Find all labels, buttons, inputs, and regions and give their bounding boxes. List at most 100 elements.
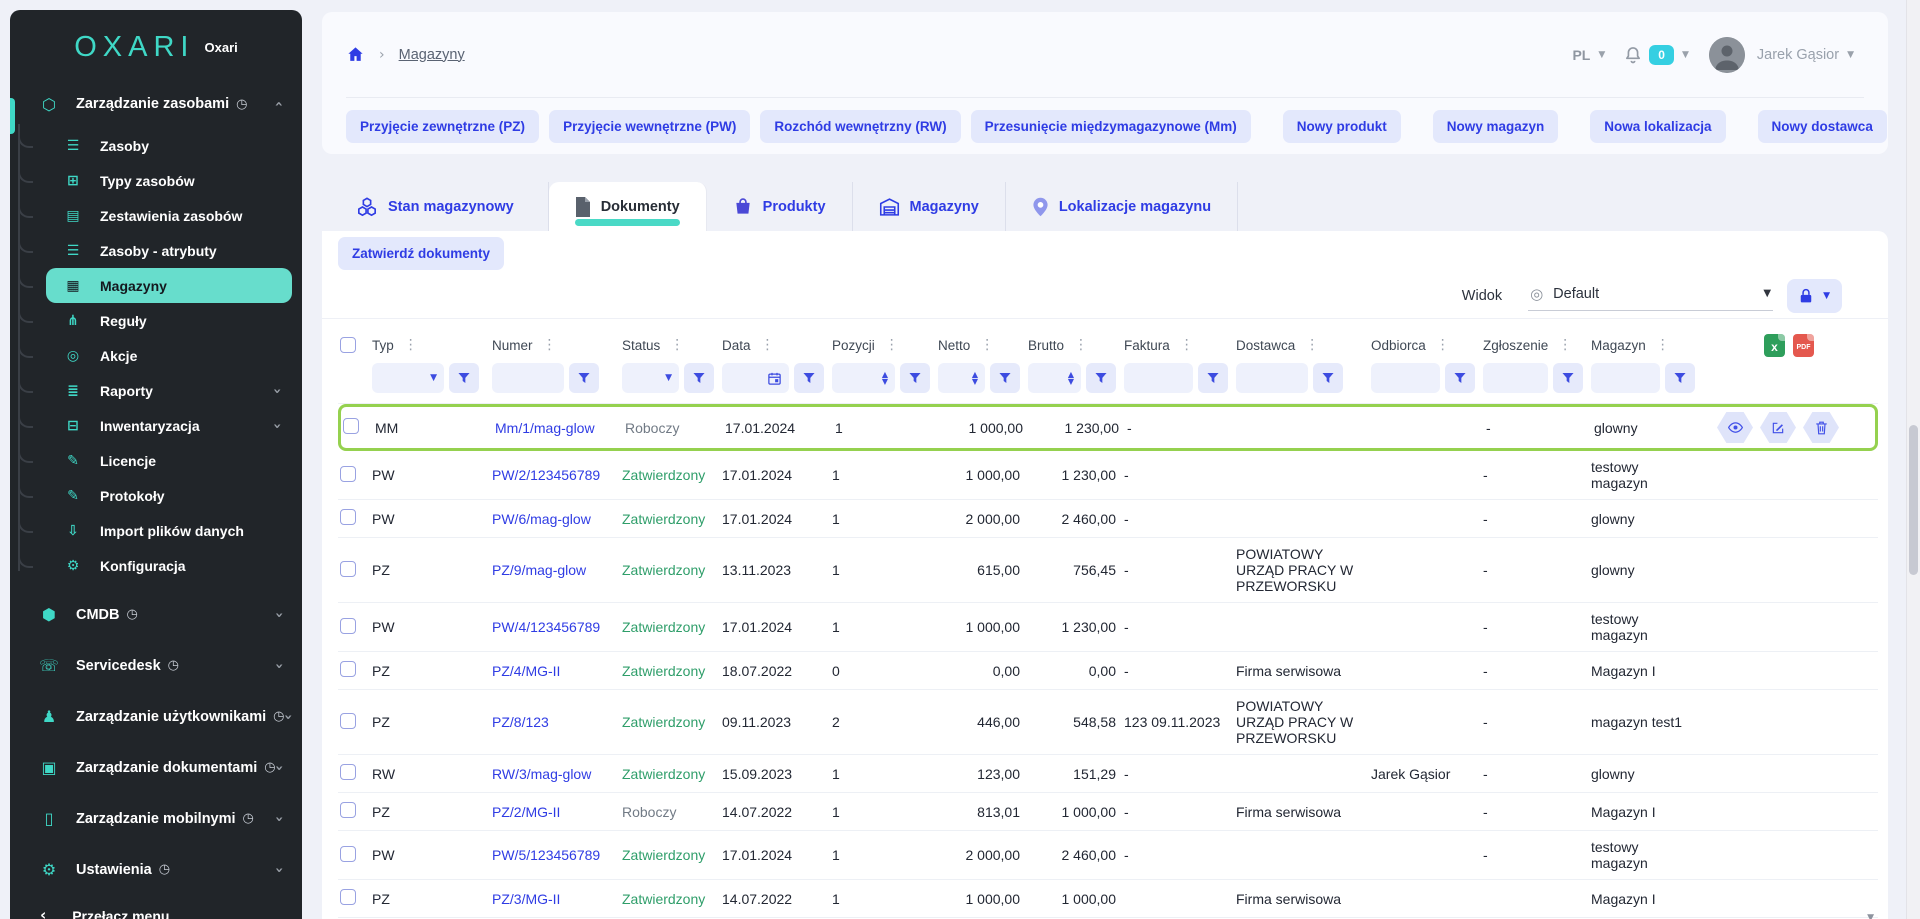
sidebar-subitem[interactable]: ≣ Raporty › (46, 373, 302, 408)
delete-row-button[interactable] (1803, 412, 1839, 443)
table-row[interactable]: PZ PZ/9/mag-glow Zatwierdzony 13.11.2023… (338, 538, 1878, 603)
row-checkbox[interactable] (340, 713, 356, 729)
column-menu-icon[interactable]: ⋮ (885, 337, 900, 353)
sidebar-subitem[interactable]: ☰ Zasoby - atrybuty (46, 233, 302, 268)
column-header-label[interactable]: Numer (492, 338, 533, 353)
table-row[interactable]: PZ PZ/4/MG-II Zatwierdzony 18.07.2022 0 … (338, 652, 1878, 690)
document-number-link[interactable]: Mm/1/mag-glow (495, 420, 595, 436)
table-row[interactable]: PZ PZ/3/MG-II Zatwierdzony 14.07.2022 1 … (338, 880, 1878, 918)
row-checkbox[interactable] (343, 418, 359, 434)
table-row[interactable]: MM Mm/1/mag-glow Roboczy 17.01.2024 1 1 … (338, 404, 1878, 451)
table-scroll-down-icon[interactable]: ▼ (1867, 913, 1874, 919)
column-header-label[interactable]: Zgłoszenie (1483, 338, 1548, 353)
table-row[interactable]: PW PW/2/123456789 Zatwierdzony 17.01.202… (338, 451, 1878, 500)
filter-input[interactable]: ▼ ▲ ▼ (1124, 363, 1193, 393)
document-number-link[interactable]: PZ/2/MG-II (492, 804, 560, 820)
sidebar-section[interactable]: ♟ Zarządzanie użytkownikami ◷ › (10, 691, 302, 742)
sidebar-subitem[interactable]: ⇩ Import plików danych (46, 513, 302, 548)
document-number-link[interactable]: PZ/4/MG-II (492, 663, 560, 679)
column-menu-icon[interactable]: ⋮ (1180, 337, 1195, 353)
breadcrumb-current-link[interactable]: Magazyny (399, 47, 465, 63)
column-header-label[interactable]: Dostawca (1236, 338, 1295, 353)
sidebar-section[interactable]: ☏ Servicedesk ◷ › (10, 640, 302, 691)
filter-funnel-button[interactable] (900, 363, 930, 393)
document-number-link[interactable]: PW/5/123456789 (492, 847, 600, 863)
export-excel-icon[interactable]: x (1764, 334, 1785, 357)
sidebar-subitem[interactable]: ✎ Protokoły (46, 478, 302, 513)
column-menu-icon[interactable]: ⋮ (1656, 337, 1671, 353)
table-row[interactable]: PZ PZ/8/123 Zatwierdzony 09.11.2023 2 44… (338, 690, 1878, 755)
row-checkbox[interactable] (340, 889, 356, 905)
row-checkbox[interactable] (340, 509, 356, 525)
view-row-button[interactable] (1717, 412, 1753, 443)
filter-input[interactable]: ▼ ▲ ▼ (722, 363, 789, 393)
table-row[interactable]: PW PW/5/123456789 Zatwierdzony 17.01.202… (338, 831, 1878, 880)
filter-input[interactable]: ▼ ▲ ▼ (622, 363, 679, 393)
column-menu-icon[interactable]: ⋮ (1558, 337, 1573, 353)
table-row[interactable]: PZ PZ/2/MG-II Roboczy 14.07.2022 1 813,0… (338, 793, 1878, 831)
document-action-button[interactable]: Przyjęcie wewnętrzne (PW) (549, 110, 750, 143)
filter-input[interactable]: ▼ ▲ ▼ (372, 363, 444, 393)
document-number-link[interactable]: RW/3/mag-glow (492, 766, 591, 782)
filter-funnel-button[interactable] (794, 363, 824, 393)
sidebar-subitem[interactable]: ▤ Zestawienia zasobów (46, 198, 302, 233)
edit-row-button[interactable] (1760, 412, 1796, 443)
filter-funnel-button[interactable] (569, 363, 599, 393)
column-menu-icon[interactable]: ⋮ (1436, 337, 1451, 353)
scrollbar-thumb[interactable] (1909, 425, 1918, 575)
filter-input[interactable]: ▼ ▲ ▼ (1236, 363, 1308, 393)
row-checkbox[interactable] (340, 618, 356, 634)
column-header-label[interactable]: Netto (938, 338, 970, 353)
document-number-link[interactable]: PZ/8/123 (492, 714, 549, 730)
filter-input[interactable]: ▼ ▲ ▼ (492, 363, 564, 393)
column-menu-icon[interactable]: ⋮ (670, 337, 685, 353)
filter-input[interactable]: ▼ ▲ ▼ (1028, 363, 1081, 393)
row-checkbox[interactable] (340, 466, 356, 482)
row-checkbox[interactable] (340, 846, 356, 862)
tab-lokalizacje-magazynu[interactable]: Lokalizacje magazynu (1006, 182, 1238, 231)
document-number-link[interactable]: PZ/3/MG-II (492, 891, 560, 907)
column-menu-icon[interactable]: ⋮ (980, 337, 995, 353)
caret-down-icon[interactable]: ▼ (1682, 50, 1689, 60)
new-warehouse-button[interactable]: Nowy magazyn (1433, 110, 1559, 143)
tab-dokumenty[interactable]: Dokumenty (549, 182, 707, 231)
column-menu-icon[interactable]: ⋮ (761, 337, 776, 353)
notification-count-badge[interactable]: 0 (1649, 45, 1674, 65)
document-number-link[interactable]: PW/4/123456789 (492, 619, 600, 635)
filter-funnel-button[interactable] (684, 363, 714, 393)
new-product-button[interactable]: Nowy produkt (1283, 110, 1401, 143)
column-header-label[interactable]: Brutto (1028, 338, 1064, 353)
filter-funnel-button[interactable] (1313, 363, 1343, 393)
filter-funnel-button[interactable] (449, 363, 479, 393)
table-row[interactable]: RW RW/3/mag-glow Zatwierdzony 15.09.2023… (338, 755, 1878, 793)
column-header-label[interactable]: Magazyn (1591, 338, 1646, 353)
column-header-label[interactable]: Data (722, 338, 751, 353)
row-checkbox[interactable] (340, 661, 356, 677)
approve-documents-button[interactable]: Zatwierdź dokumenty (338, 237, 504, 270)
sidebar-subitem[interactable]: ▦ Magazyny (46, 268, 292, 303)
filter-funnel-button[interactable] (1665, 363, 1695, 393)
filter-input[interactable]: ▼ ▲ ▼ (1591, 363, 1660, 393)
filter-funnel-button[interactable] (1445, 363, 1475, 393)
avatar[interactable] (1709, 37, 1745, 73)
sidebar-section[interactable]: ⬢ CMDB ◷ › (10, 589, 302, 640)
sidebar-subitem[interactable]: ✎ Licencje (46, 443, 302, 478)
caret-down-icon[interactable]: ▼ (1598, 50, 1605, 60)
sidebar-section[interactable]: ⚙ Ustawienia ◷ › (10, 844, 302, 895)
sidebar-subitem[interactable]: ⋔ Reguły (46, 303, 302, 338)
user-name[interactable]: Jarek Gąsior (1757, 47, 1839, 63)
sidebar-item-zarzadzanie-zasobami[interactable]: ⬡ Zarządzanie zasobami ◷ › (10, 84, 302, 124)
collapse-menu-button[interactable]: › Przełącz menu (10, 903, 302, 919)
column-menu-icon[interactable]: ⋮ (1305, 337, 1320, 353)
sidebar-subitem[interactable]: ⚙ Konfiguracja (46, 548, 302, 583)
tab-produkty[interactable]: Produkty (707, 182, 853, 231)
lock-view-button[interactable]: ▼ (1787, 279, 1842, 313)
sidebar-subitem[interactable]: ⊟ Inwentaryzacja › (46, 408, 302, 443)
caret-down-icon[interactable]: ▼ (1847, 50, 1854, 60)
row-checkbox[interactable] (340, 764, 356, 780)
column-header-label[interactable]: Faktura (1124, 338, 1170, 353)
filter-funnel-button[interactable] (1198, 363, 1228, 393)
new-location-button[interactable]: Nowa lokalizacja (1590, 110, 1725, 143)
filter-input[interactable]: ▼ ▲ ▼ (938, 363, 985, 393)
column-menu-icon[interactable]: ⋮ (404, 337, 419, 353)
